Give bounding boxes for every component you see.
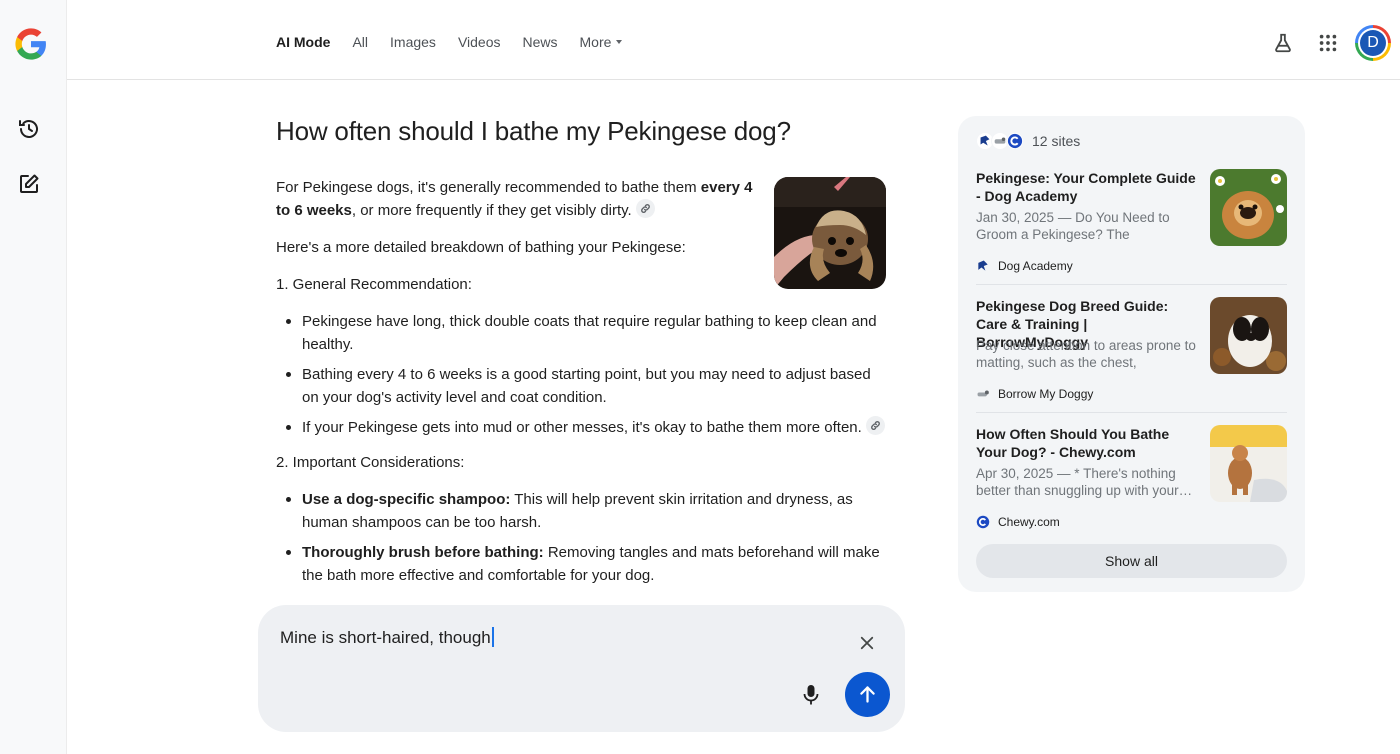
list-item-bold: Use a dog-specific shampoo: [302,491,511,508]
text-cursor [491,627,494,647]
source-thumbnail [1210,169,1287,246]
search-tabs: AI Mode All Images Videos News More [276,33,644,51]
tab-ai-mode[interactable]: AI Mode [276,33,330,51]
tab-images[interactable]: Images [390,33,436,51]
tab-videos[interactable]: Videos [458,33,501,51]
section2-heading: 2. Important Considerations: [276,454,465,471]
source-site: Borrow My Doggy [976,387,1093,401]
divider [976,284,1287,285]
list-item: Bathing every 4 to 6 weeks is a good sta… [286,363,888,409]
chewy-favicon-icon [1006,132,1024,150]
source-title[interactable]: How Often Should You Bathe Your Dog? - C… [976,425,1200,461]
follow-up-input-box[interactable]: Mine is short-haired, though [258,605,905,732]
source-thumbnail [1210,297,1287,374]
sources-count: 12 sites [1032,133,1081,149]
source-snippet: Jan 30, 2025 — Do You Need to Groom a Pe… [976,210,1170,242]
dog-academy-favicon-icon [978,260,988,271]
source-site: Dog Academy [976,259,1073,273]
history-icon[interactable] [17,117,41,141]
avatar-ring: D [1358,28,1388,58]
avatar-letter: D [1360,30,1386,56]
follow-up-input[interactable]: Mine is short-haired, though [280,627,494,648]
source-snippet: Pay close attention to areas prone to ma… [976,338,1196,370]
tab-more-label: More [579,34,612,50]
source-site-name: Borrow My Doggy [998,387,1094,401]
list-item: Pekingese have long, thick double coats … [286,310,888,356]
breakdown-text: Here's a more detailed breakdown of bath… [276,239,686,256]
input-value: Mine is short-haired, though [280,628,491,647]
tab-news[interactable]: News [523,33,558,51]
list-item-text: If your Pekingese gets into mud or other… [302,419,862,436]
citation-link-icon[interactable] [635,199,655,218]
sources-panel: 12 sites Pekingese: Your Complete Guide … [958,116,1305,592]
source-site-name: Chewy.com [998,515,1060,529]
google-logo-icon[interactable] [14,27,48,61]
source-favicons [976,130,1028,152]
sources-header[interactable]: 12 sites [976,130,1080,152]
microphone-icon[interactable] [802,684,820,706]
source-snippet: Apr 30, 2025 — * There's nothing better … [976,466,1193,498]
section1-heading: 1. General Recommendation: [276,276,472,293]
source-site-name: Dog Academy [998,259,1073,273]
question-heading: How often should I bathe my Pekingese do… [276,116,791,146]
labs-flask-icon[interactable] [1272,32,1294,54]
section2-list: Use a dog-specific shampoo: This will he… [276,488,888,587]
send-button[interactable] [845,672,890,717]
pekingese-flowers-image [1210,169,1287,246]
source-thumbnail [1210,425,1287,502]
section1-list: Pekingese have long, thick double coats … [276,310,888,439]
list-item: Thoroughly brush before bathing: Removin… [286,541,888,587]
answer-intro: For Pekingese dogs, it's generally recom… [276,176,756,222]
source-title[interactable]: Pekingese: Your Complete Guide - Dog Aca… [976,169,1200,205]
list-item: If your Pekingese gets into mud or other… [286,416,888,439]
intro-text-a: For Pekingese dogs, it's generally recom… [276,179,701,196]
chewy-favicon-icon [976,515,990,529]
tab-more[interactable]: More [580,33,623,51]
tab-all[interactable]: All [352,33,368,51]
list-item-bold: Thoroughly brush before bathing: [302,544,544,561]
intro-text-b: , or more frequently if they get visibly… [351,202,632,219]
pekingese-autumn-image [1210,297,1287,374]
source-site: Chewy.com [976,515,1060,529]
new-chat-edit-icon[interactable] [17,172,41,196]
show-all-button[interactable]: Show all [976,544,1287,578]
divider [976,412,1287,413]
list-item: Use a dog-specific shampoo: This will he… [286,488,888,534]
dog-bathtub-image [1210,425,1287,502]
account-avatar[interactable]: D [1355,25,1391,61]
answer-body: For Pekingese dogs, it's generally recom… [276,176,888,599]
dropdown-caret-icon [616,40,623,44]
top-bar: AI Mode All Images Videos News More [67,0,1400,80]
left-rail [0,0,67,754]
citation-link-icon[interactable] [865,416,885,435]
clear-close-icon[interactable] [858,634,876,652]
apps-grid-icon[interactable] [1317,32,1339,54]
borrowmydoggy-favicon-icon [977,390,989,397]
arrow-up-icon [860,686,875,703]
answer-area: How often should I bathe my Pekingese do… [276,80,888,610]
